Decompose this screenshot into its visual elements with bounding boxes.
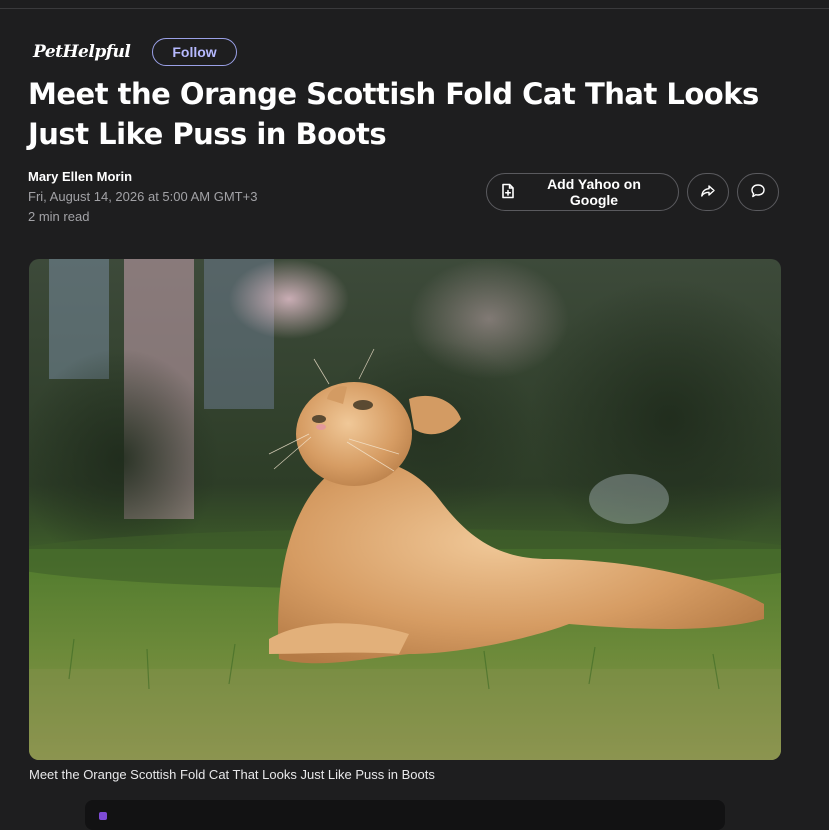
follow-button[interactable]: Follow bbox=[152, 38, 237, 66]
author-name[interactable]: Mary Ellen Morin bbox=[28, 169, 132, 184]
article-hero-image bbox=[29, 259, 781, 760]
image-caption: Meet the Orange Scottish Fold Cat That L… bbox=[29, 767, 435, 782]
cat-photo bbox=[29, 259, 781, 760]
top-divider bbox=[0, 8, 829, 9]
brand-mark-icon bbox=[99, 812, 107, 820]
article-title: Meet the Orange Scottish Fold Cat That L… bbox=[28, 77, 759, 151]
comment-bubble-icon bbox=[750, 183, 766, 202]
comment-button[interactable] bbox=[737, 173, 779, 211]
brand-logo[interactable]: PetHelpful bbox=[33, 42, 131, 62]
publish-date: Fri, August 14, 2026 at 5:00 AM GMT+3 bbox=[28, 189, 258, 204]
related-content-card[interactable] bbox=[85, 800, 725, 830]
brand-row: PetHelpful Follow bbox=[33, 36, 237, 68]
share-button[interactable] bbox=[687, 173, 729, 211]
add-yahoo-on-google-button[interactable]: Add Yahoo on Google bbox=[486, 173, 679, 211]
add-yahoo-label: Add Yahoo on Google bbox=[547, 176, 641, 208]
share-arrow-icon bbox=[700, 184, 716, 201]
document-plus-icon bbox=[501, 183, 515, 202]
read-time: 2 min read bbox=[28, 209, 90, 224]
